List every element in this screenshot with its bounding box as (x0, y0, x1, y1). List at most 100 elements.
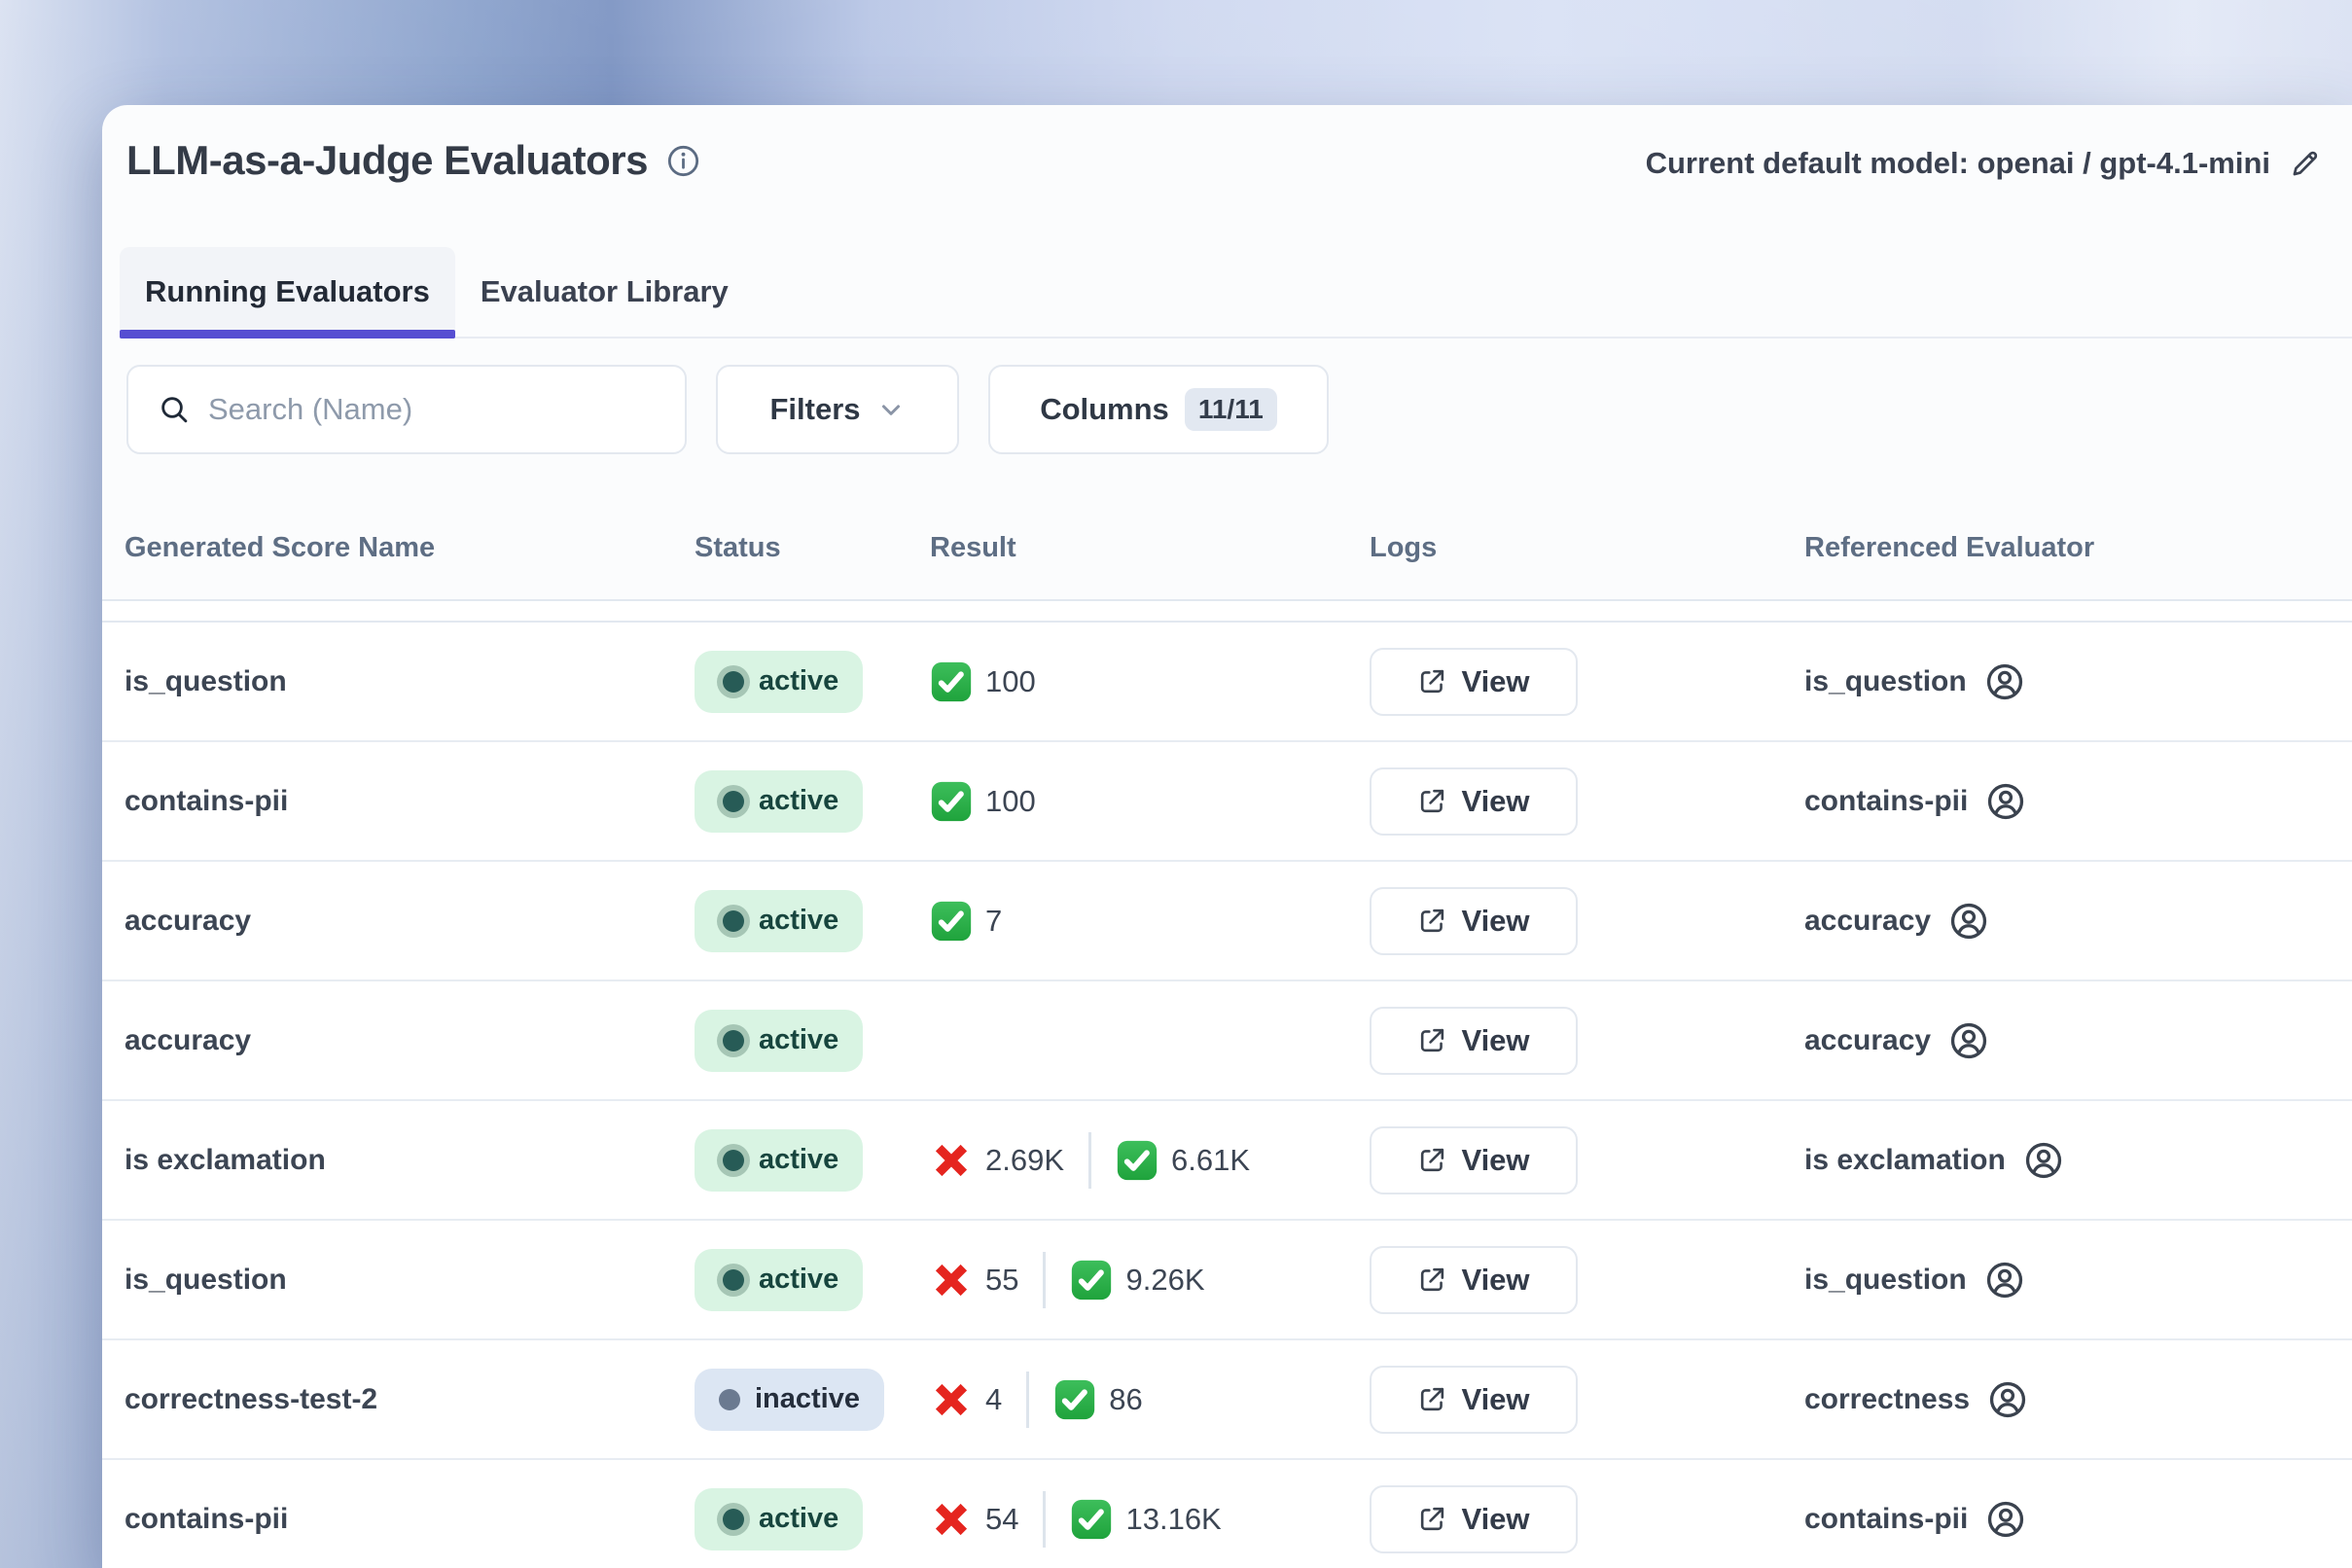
status-badge: active (695, 890, 863, 952)
referenced-evaluator: is_question (1804, 661, 2352, 702)
result-pass: 86 (1053, 1378, 1142, 1421)
score-name: is_question (125, 1264, 695, 1297)
view-label: View (1461, 1023, 1529, 1058)
edit-model-icon[interactable] (2288, 146, 2323, 181)
table-row: correctness-test-2inactive4 86 View correct… (102, 1340, 2352, 1460)
toolbar: Filters Columns 11/11 (126, 365, 2352, 454)
view-label: View (1461, 1263, 1529, 1298)
status-badge: active (695, 1249, 863, 1311)
user-circle-icon (1948, 901, 1989, 942)
search-input[interactable] (128, 367, 685, 452)
status-cell: active (695, 890, 930, 952)
result-cell: 100 (930, 780, 1370, 823)
cross-icon (930, 1498, 973, 1541)
table-header: Generated Score Name Status Result Logs … (102, 496, 2352, 601)
status-badge: active (695, 651, 863, 713)
score-name: correctness-test-2 (125, 1383, 695, 1416)
chevron-down-icon (876, 395, 906, 424)
result-cell: 4 86 (930, 1372, 1370, 1428)
referenced-evaluator: contains-pii (1804, 781, 2352, 822)
view-button[interactable]: View (1370, 1007, 1578, 1075)
check-icon (930, 780, 973, 823)
view-button[interactable]: View (1370, 1246, 1578, 1314)
score-name: contains-pii (125, 785, 695, 818)
view-button[interactable]: View (1370, 767, 1578, 836)
column-header-referenced[interactable]: Referenced Evaluator (1804, 532, 2352, 564)
table-body: is_questionactive100Viewis_questionconta… (102, 623, 2352, 1568)
view-label: View (1461, 1382, 1529, 1417)
status-dot (723, 671, 744, 693)
user-circle-icon (1984, 1260, 2025, 1301)
score-name: accuracy (125, 905, 695, 938)
user-circle-icon (1985, 1499, 2026, 1540)
status-dot (719, 1389, 740, 1410)
external-link-icon (1417, 1504, 1447, 1534)
result-pass: 9.26K (1070, 1259, 1204, 1301)
columns-button[interactable]: Columns 11/11 (988, 365, 1329, 454)
referenced-evaluator: correctness (1804, 1379, 2352, 1420)
user-circle-icon (1987, 1379, 2028, 1420)
view-button[interactable]: View (1370, 1485, 1578, 1553)
external-link-icon (1417, 906, 1447, 936)
logs-cell: View (1370, 1485, 1804, 1553)
table-row: contains-piiactive5413.16KViewcontains-p… (102, 1460, 2352, 1568)
status-cell: active (695, 1129, 930, 1192)
user-circle-icon (2023, 1140, 2064, 1181)
result-divider (1088, 1132, 1091, 1189)
scrolled-row-edge (102, 601, 2352, 623)
result-pass: 7 (930, 900, 1002, 943)
search-icon (158, 393, 191, 426)
referenced-evaluator: is exclamation (1804, 1140, 2352, 1181)
check-icon (1053, 1378, 1096, 1421)
view-button[interactable]: View (1370, 1126, 1578, 1194)
external-link-icon (1417, 666, 1447, 696)
tab-label: Running Evaluators (145, 274, 430, 309)
result-fail: 4 (930, 1378, 1002, 1421)
check-icon (930, 660, 973, 703)
filters-label: Filters (769, 392, 860, 427)
filters-button[interactable]: Filters (716, 365, 959, 454)
check-icon (1070, 1259, 1113, 1301)
view-label: View (1461, 904, 1529, 939)
table-row: is_questionactive100Viewis_question (102, 623, 2352, 742)
logs-cell: View (1370, 1007, 1804, 1075)
check-icon (930, 900, 973, 943)
cross-icon (930, 1378, 973, 1421)
view-label: View (1461, 1143, 1529, 1178)
logs-cell: View (1370, 1246, 1804, 1314)
status-badge: active (695, 1488, 863, 1550)
tab-label: Evaluator Library (481, 274, 729, 309)
status-cell: active (695, 651, 930, 713)
result-cell: 5413.16K (930, 1491, 1370, 1548)
evaluators-panel: LLM-as-a-Judge Evaluators Current defaul… (102, 105, 2352, 1568)
panel-header: LLM-as-a-Judge Evaluators Current defaul… (102, 105, 2352, 187)
result-divider (1026, 1372, 1029, 1428)
tab-running-evaluators[interactable]: Running Evaluators (120, 247, 455, 337)
table-row: contains-piiactive100Viewcontains-pii (102, 742, 2352, 862)
status-cell: inactive (695, 1369, 930, 1431)
referenced-evaluator: accuracy (1804, 901, 2352, 942)
referenced-evaluator: is_question (1804, 1260, 2352, 1301)
table-row: is exclamationactive2.69K6.61KViewis exc… (102, 1101, 2352, 1221)
search-box[interactable] (126, 365, 687, 454)
status-badge: active (695, 770, 863, 833)
column-header-status[interactable]: Status (695, 532, 930, 564)
check-icon (1116, 1139, 1158, 1182)
app-background: LLM-as-a-Judge Evaluators Current defaul… (0, 0, 2352, 1568)
tab-evaluator-library[interactable]: Evaluator Library (455, 247, 754, 337)
external-link-icon (1417, 786, 1447, 816)
table-row: accuracyactiveViewaccuracy (102, 981, 2352, 1101)
result-divider (1043, 1491, 1046, 1548)
view-label: View (1461, 664, 1529, 699)
view-button[interactable]: View (1370, 648, 1578, 716)
result-cell: 100 (930, 660, 1370, 703)
score-name: is_question (125, 665, 695, 698)
info-icon[interactable] (665, 143, 701, 179)
column-header-logs[interactable]: Logs (1370, 532, 1804, 564)
view-button[interactable]: View (1370, 887, 1578, 955)
referenced-evaluator: contains-pii (1804, 1499, 2352, 1540)
user-circle-icon (1984, 661, 2025, 702)
column-header-result[interactable]: Result (930, 532, 1370, 564)
view-button[interactable]: View (1370, 1366, 1578, 1434)
column-header-name[interactable]: Generated Score Name (125, 532, 695, 564)
